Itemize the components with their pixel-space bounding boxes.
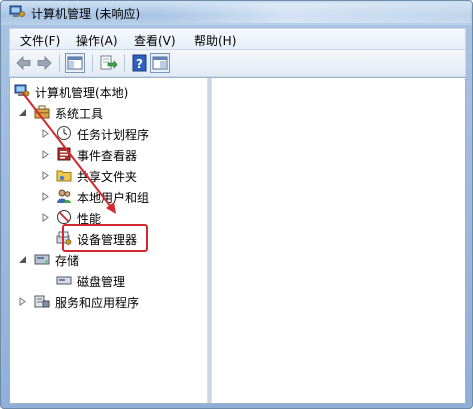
title-bar: 计算机管理 (未响应) [1,1,472,25]
properties-icon[interactable] [150,53,170,73]
toolbar-separator [92,54,93,72]
menu-bar: 文件(F) 操作(A) 查看(V) 帮助(H) [9,28,466,49]
forward-arrow-icon[interactable] [34,53,54,73]
details-pane [212,78,465,403]
annotation-arrow [21,91,116,214]
menu-help[interactable]: 帮助(H) [194,32,236,49]
tree-item-disk-management[interactable]: 磁盘管理 [56,271,186,289]
tree-item-label: 磁盘管理 [77,275,126,289]
export-list-icon[interactable] [98,53,118,73]
toolbar-separator [59,54,60,72]
help-icon[interactable]: ? [130,53,150,73]
computer-management-window: 计算机管理 (未响应) 文件(F) 操作(A) 查看(V) 帮助(H) ? 计算… [0,0,473,409]
svg-text:?: ? [136,57,143,71]
computer-management-icon [9,5,25,19]
main-content: 计算机管理(本地) 系统工具 任务计划程序 事件查看器 共享文件夹 本地用户和组… [9,77,466,404]
services-icon [34,293,50,309]
disk-icon [56,272,72,288]
console-tree: 计算机管理(本地) 系统工具 任务计划程序 事件查看器 共享文件夹 本地用户和组… [10,78,207,403]
collapsed-triangle-icon[interactable] [18,297,27,306]
window-title: 计算机管理 (未响应) [31,7,141,21]
menu-action[interactable]: 操作(A) [76,32,118,49]
toolbar: ? [9,49,466,77]
title-background [161,3,471,23]
menu-view[interactable]: 查看(V) [134,32,176,49]
tree-item-label: 服务和应用程序 [55,296,140,310]
back-arrow-icon[interactable] [14,53,34,73]
show-tree-icon[interactable] [65,53,85,73]
menu-file[interactable]: 文件(F) [20,32,60,49]
toolbar-separator [124,54,125,72]
tree-item-services-applications[interactable]: 服务和应用程序 [34,292,194,310]
